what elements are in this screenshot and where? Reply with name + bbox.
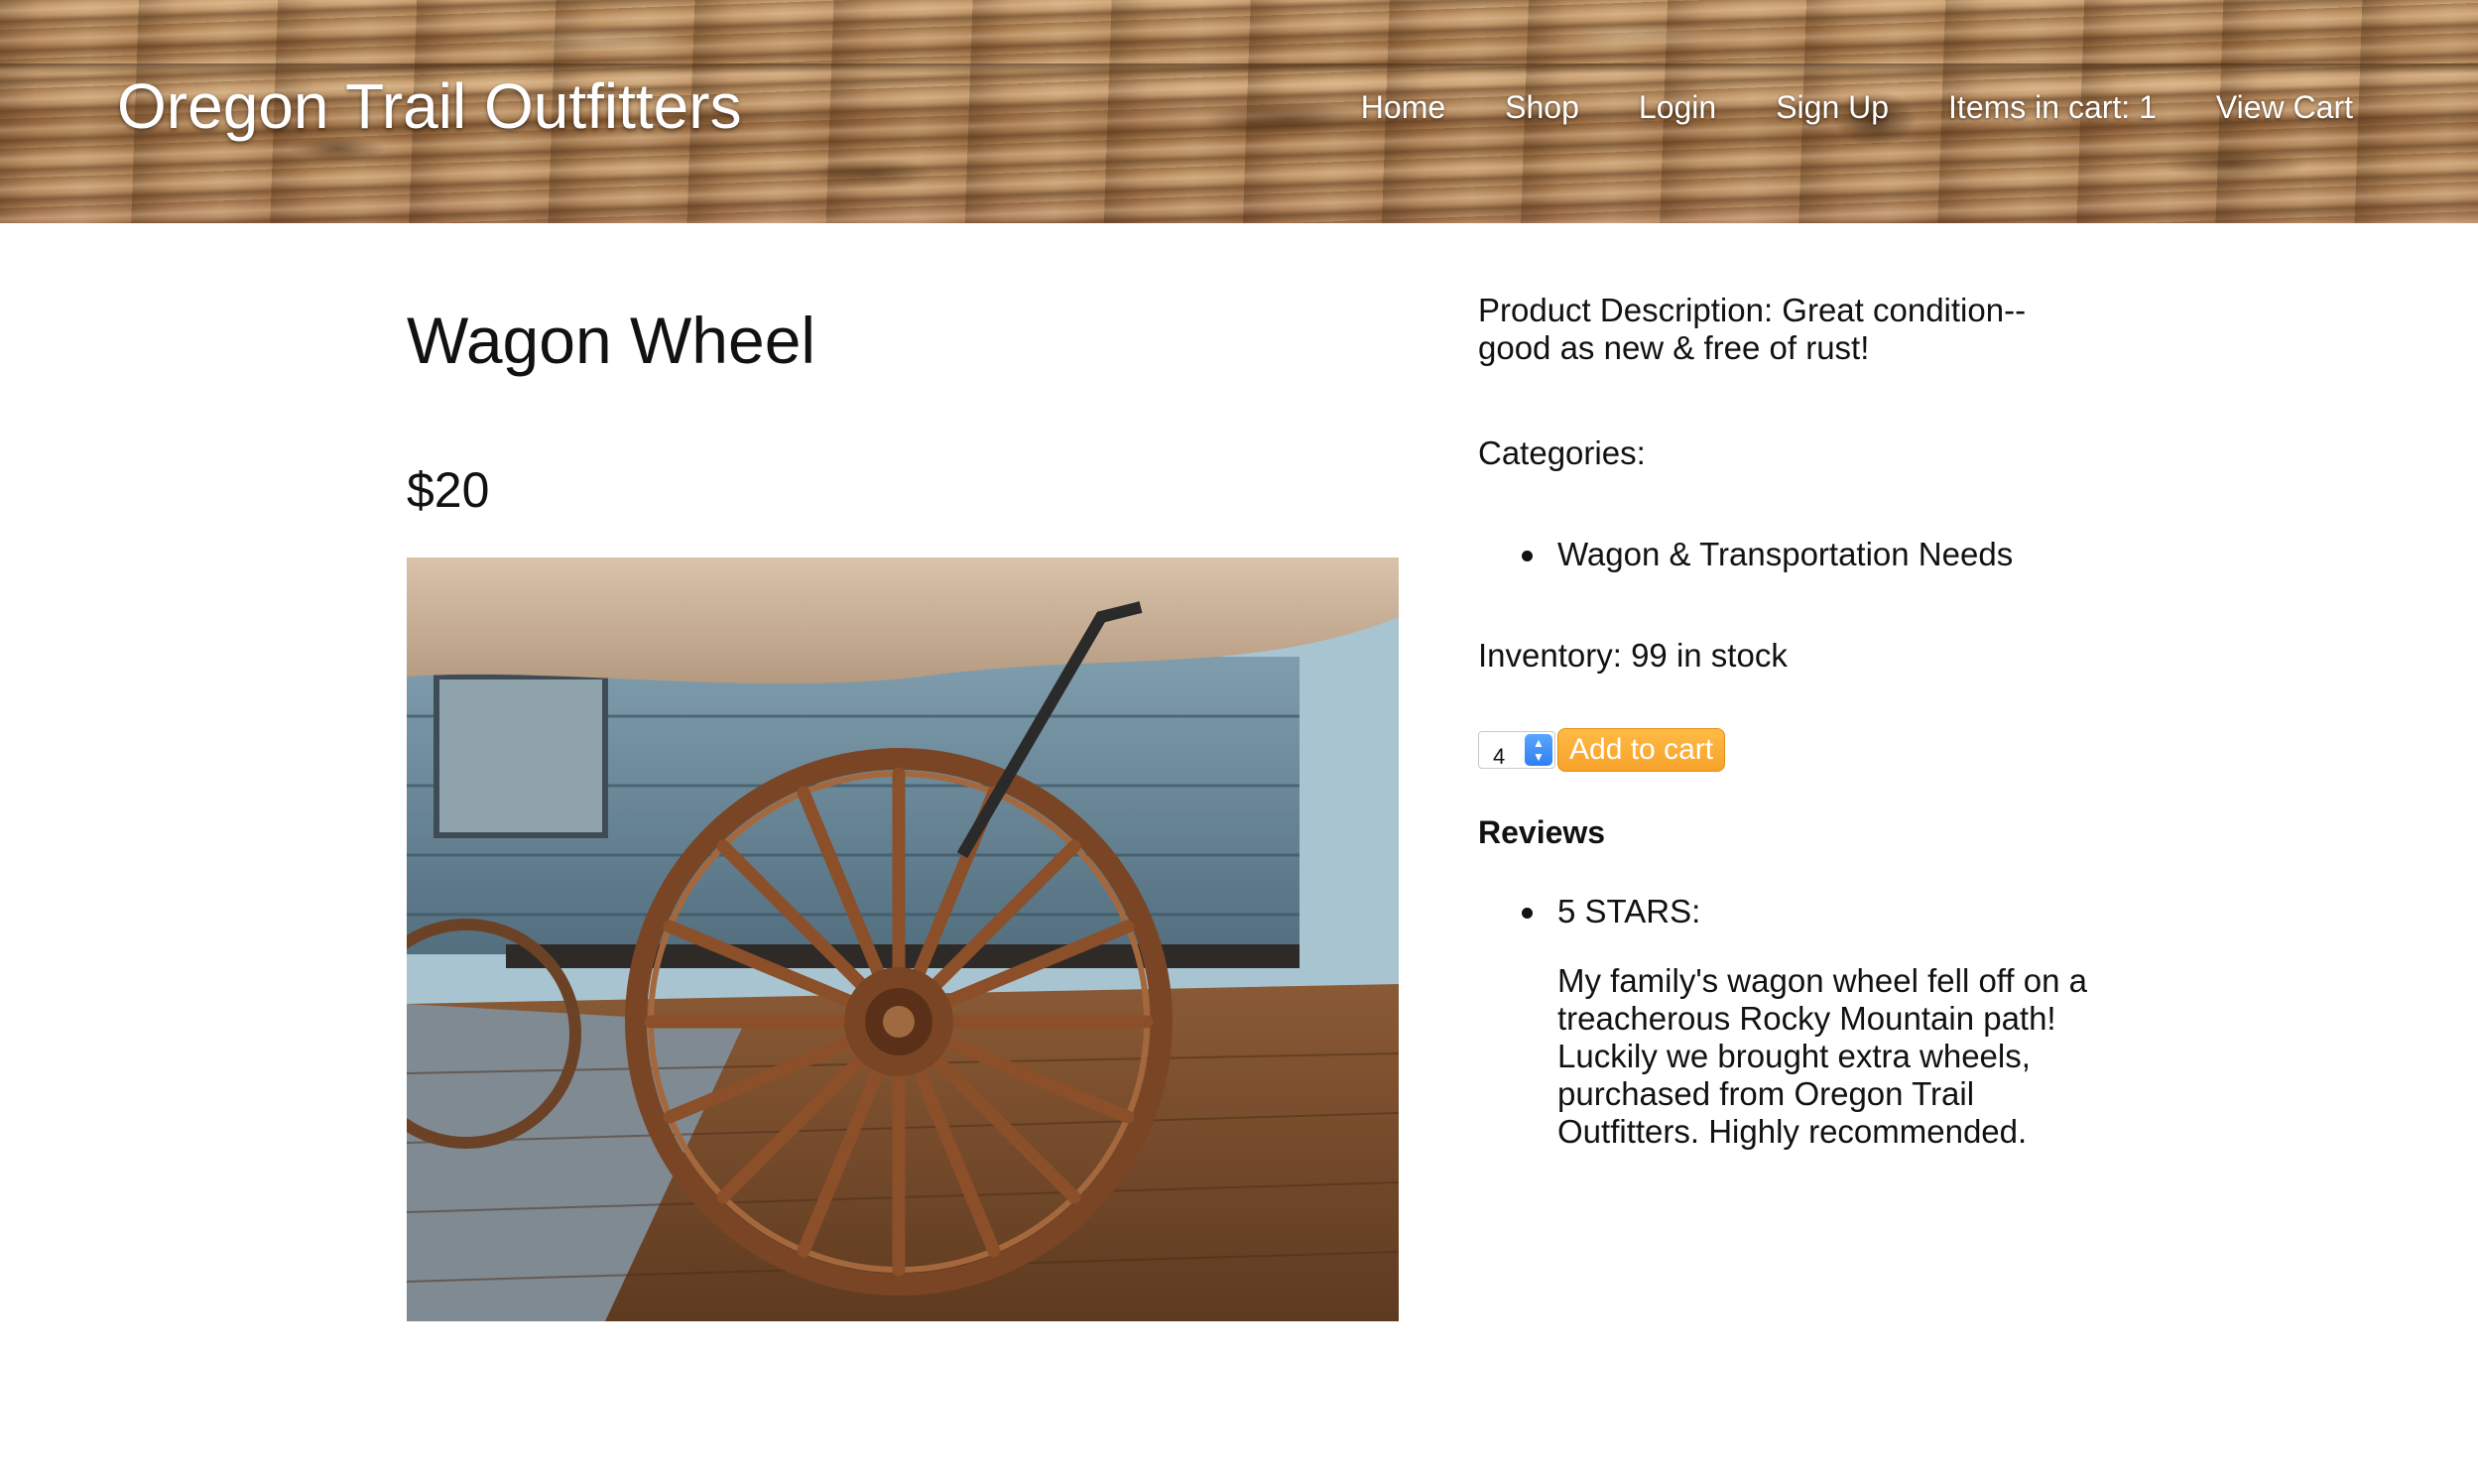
nav-shop[interactable]: Shop: [1505, 89, 1579, 126]
add-to-cart-form: 4 ▲ ▼ Add to cart: [1478, 728, 1726, 772]
reviews-heading: Reviews: [1478, 814, 1606, 850]
quantity-stepper[interactable]: 4 ▲ ▼: [1478, 731, 1555, 769]
nav-login[interactable]: Login: [1639, 89, 1716, 126]
nav-view-cart[interactable]: View Cart: [2216, 89, 2353, 126]
site-header: Oregon Trail Outfitters Home Shop Login …: [0, 0, 2478, 223]
product-image: [407, 557, 1399, 1321]
main-nav: Home Shop Login Sign Up Items in cart: 1…: [1361, 89, 2353, 126]
nav-home[interactable]: Home: [1361, 89, 1445, 126]
review-item: 5 STARS: My family's wagon wheel fell of…: [1522, 893, 2113, 1151]
review-list: 5 STARS: My family's wagon wheel fell of…: [1522, 893, 2113, 1151]
inventory-status: Inventory: 99 in stock: [1478, 637, 1788, 674]
review-rating: 5 STARS:: [1557, 893, 1701, 929]
add-to-cart-button[interactable]: Add to cart: [1557, 728, 1726, 772]
stepper-arrows-icon[interactable]: ▲ ▼: [1525, 734, 1552, 766]
category-list: Wagon & Transportation Needs: [1521, 536, 2013, 573]
category-item[interactable]: Wagon & Transportation Needs: [1521, 536, 2013, 573]
product-description: Product Description: Great condition--go…: [1478, 292, 2027, 366]
quantity-value: 4: [1493, 744, 1506, 769]
review-text: My family's wagon wheel fell off on a tr…: [1557, 962, 2087, 1150]
site-brand-link[interactable]: Oregon Trail Outfitters: [117, 69, 742, 143]
categories-label: Categories:: [1478, 434, 1646, 471]
product-price: $20: [407, 462, 490, 518]
nav-sign-up[interactable]: Sign Up: [1776, 89, 1889, 126]
wagon-wheel-photo: [407, 557, 1399, 1321]
product-title: Wagon Wheel: [407, 304, 816, 377]
nav-cart-count[interactable]: Items in cart: 1: [1948, 89, 2157, 126]
